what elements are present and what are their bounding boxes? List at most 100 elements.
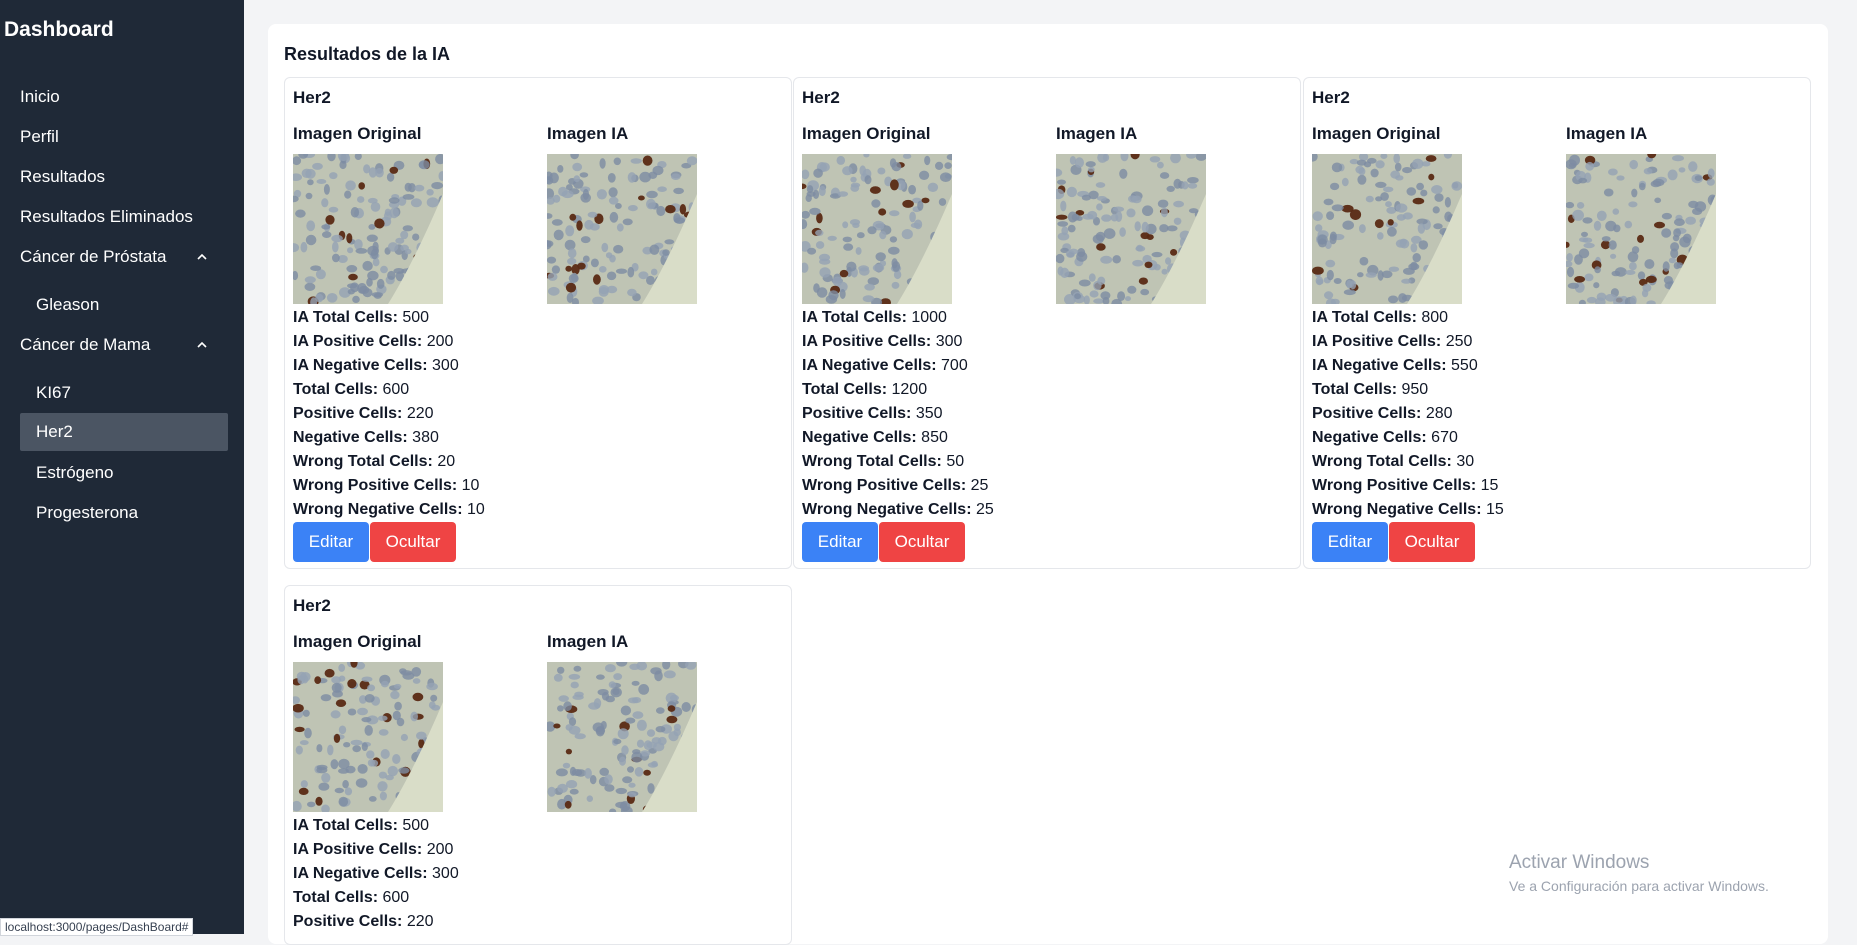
- stat-ia-positive: IA Positive Cells: 200: [293, 330, 485, 354]
- stat-value: 280: [1425, 405, 1453, 422]
- stat-value: 1200: [891, 381, 928, 398]
- stat-ia-total: IA Total Cells: 800: [1312, 306, 1504, 330]
- tissue-image: [293, 154, 443, 304]
- result-card: Her2 Imagen Original Imagen IA IA Total …: [284, 585, 792, 945]
- stat-label: Positive Cells:: [802, 405, 912, 422]
- page-title: Resultados de la IA: [284, 44, 451, 64]
- sidebar-item-gleason[interactable]: Gleason: [20, 286, 228, 324]
- stat-label: Wrong Positive Cells:: [1312, 477, 1477, 494]
- edit-button[interactable]: Editar: [1312, 522, 1388, 562]
- stat-value: 670: [1431, 429, 1458, 446]
- tissue-image: [547, 154, 697, 304]
- stat-wrong-negative: Wrong Negative Cells: 15: [1312, 498, 1504, 522]
- stat-value: 300: [935, 333, 963, 350]
- stat-value: 500: [402, 817, 430, 834]
- stat-value: 700: [941, 357, 968, 374]
- stat-label: Positive Cells:: [1312, 405, 1422, 422]
- hide-button[interactable]: Ocultar: [1389, 522, 1475, 562]
- edit-button[interactable]: Editar: [293, 522, 369, 562]
- image-original-label: Imagen Original: [1312, 124, 1441, 143]
- stat-value: 800: [1421, 309, 1449, 326]
- image-ia-label: Imagen IA: [1056, 124, 1138, 143]
- result-card: Her2 Imagen Original Imagen IA IA Total …: [1303, 77, 1811, 569]
- tissue-image: [547, 662, 697, 812]
- stat-label: Wrong Negative Cells:: [1312, 501, 1482, 518]
- stat-positive: Positive Cells: 280: [1312, 402, 1504, 426]
- sidebar-item-inicio[interactable]: Inicio: [20, 78, 228, 116]
- stat-label: Wrong Total Cells:: [1312, 453, 1452, 470]
- sidebar-item-resultados[interactable]: Resultados: [20, 158, 228, 196]
- stat-wrong-positive: Wrong Positive Cells: 15: [1312, 474, 1504, 498]
- stat-value: 15: [1485, 501, 1504, 518]
- sidebar-item-cancer-prostata[interactable]: Cáncer de Próstata: [20, 238, 228, 276]
- tissue-image: [802, 154, 952, 304]
- sidebar-item-progesterona[interactable]: Progesterona: [20, 494, 228, 532]
- stat-wrong-negative: Wrong Negative Cells: 25: [802, 498, 994, 522]
- stat-value: 200: [426, 841, 454, 858]
- card-title: Her2: [802, 88, 840, 107]
- original-image: [293, 154, 443, 304]
- stat-label: IA Total Cells:: [293, 309, 398, 326]
- sidebar-item-resultados-eliminados[interactable]: Resultados Eliminados: [20, 198, 228, 236]
- sidebar-item-her2[interactable]: Her2: [20, 413, 228, 451]
- sidebar-item-label: Inicio: [20, 87, 60, 106]
- hide-button[interactable]: Ocultar: [370, 522, 456, 562]
- edit-button[interactable]: Editar: [802, 522, 878, 562]
- stat-value: 25: [970, 477, 989, 494]
- stat-ia-total: IA Total Cells: 1000: [802, 306, 994, 330]
- stat-value: 10: [466, 501, 485, 518]
- stat-value: 50: [946, 453, 965, 470]
- hide-button[interactable]: Ocultar: [879, 522, 965, 562]
- stat-ia-positive: IA Positive Cells: 200: [293, 838, 459, 862]
- stat-label: Positive Cells:: [293, 405, 403, 422]
- stat-wrong-negative: Wrong Negative Cells: 10: [293, 498, 485, 522]
- stat-ia-total: IA Total Cells: 500: [293, 306, 485, 330]
- result-card: Her2 Imagen Original Imagen IA IA Total …: [793, 77, 1301, 569]
- stat-label: Wrong Total Cells:: [802, 453, 942, 470]
- stat-total: Total Cells: 600: [293, 378, 485, 402]
- stat-value: 220: [406, 913, 434, 930]
- image-ia-label: Imagen IA: [547, 632, 629, 651]
- sidebar-item-cancer-mama[interactable]: Cáncer de Mama: [20, 326, 228, 364]
- stat-wrong-positive: Wrong Positive Cells: 10: [293, 474, 485, 498]
- stat-label: IA Positive Cells:: [293, 841, 423, 858]
- result-card: Her2 Imagen Original Imagen IA IA Total …: [284, 77, 792, 569]
- stat-value: 30: [1456, 453, 1475, 470]
- stat-value: 20: [437, 453, 456, 470]
- stat-wrong-total: Wrong Total Cells: 50: [802, 450, 994, 474]
- stat-ia-negative: IA Negative Cells: 300: [293, 354, 485, 378]
- tissue-image: [1056, 154, 1206, 304]
- stat-total: Total Cells: 950: [1312, 378, 1504, 402]
- stat-negative: Negative Cells: 850: [802, 426, 994, 450]
- stat-negative: Negative Cells: 380: [293, 426, 485, 450]
- stat-total: Total Cells: 1200: [802, 378, 994, 402]
- stat-value: 950: [1401, 381, 1429, 398]
- stat-value: 500: [402, 309, 430, 326]
- stat-label: IA Negative Cells:: [293, 357, 428, 374]
- stat-value: 300: [432, 357, 459, 374]
- image-ia-label: Imagen IA: [1566, 124, 1648, 143]
- stat-positive: Positive Cells: 220: [293, 402, 485, 426]
- stat-value: 220: [406, 405, 434, 422]
- stat-label: Total Cells:: [293, 889, 379, 906]
- sidebar-item-label: Resultados Eliminados: [20, 207, 193, 226]
- stat-value: 200: [426, 333, 454, 350]
- sidebar-item-ki67[interactable]: KI67: [20, 374, 228, 412]
- stat-value: 600: [382, 381, 410, 398]
- tissue-image: [1566, 154, 1716, 304]
- stat-value: 550: [1451, 357, 1478, 374]
- sidebar-item-perfil[interactable]: Perfil: [20, 118, 228, 156]
- stat-value: 10: [461, 477, 480, 494]
- stat-label: Wrong Positive Cells:: [293, 477, 458, 494]
- stat-value: 250: [1445, 333, 1473, 350]
- stat-label: Negative Cells:: [1312, 429, 1427, 446]
- stat-label: IA Total Cells:: [802, 309, 907, 326]
- image-ia-label: Imagen IA: [547, 124, 629, 143]
- stat-positive: Positive Cells: 350: [802, 402, 994, 426]
- sidebar-item-estrogeno[interactable]: Estrógeno: [20, 454, 228, 492]
- stat-label: IA Total Cells:: [1312, 309, 1417, 326]
- chevron-up-icon: [197, 253, 207, 260]
- stat-value: 15: [1480, 477, 1499, 494]
- original-image: [802, 154, 952, 304]
- stat-label: IA Positive Cells:: [1312, 333, 1442, 350]
